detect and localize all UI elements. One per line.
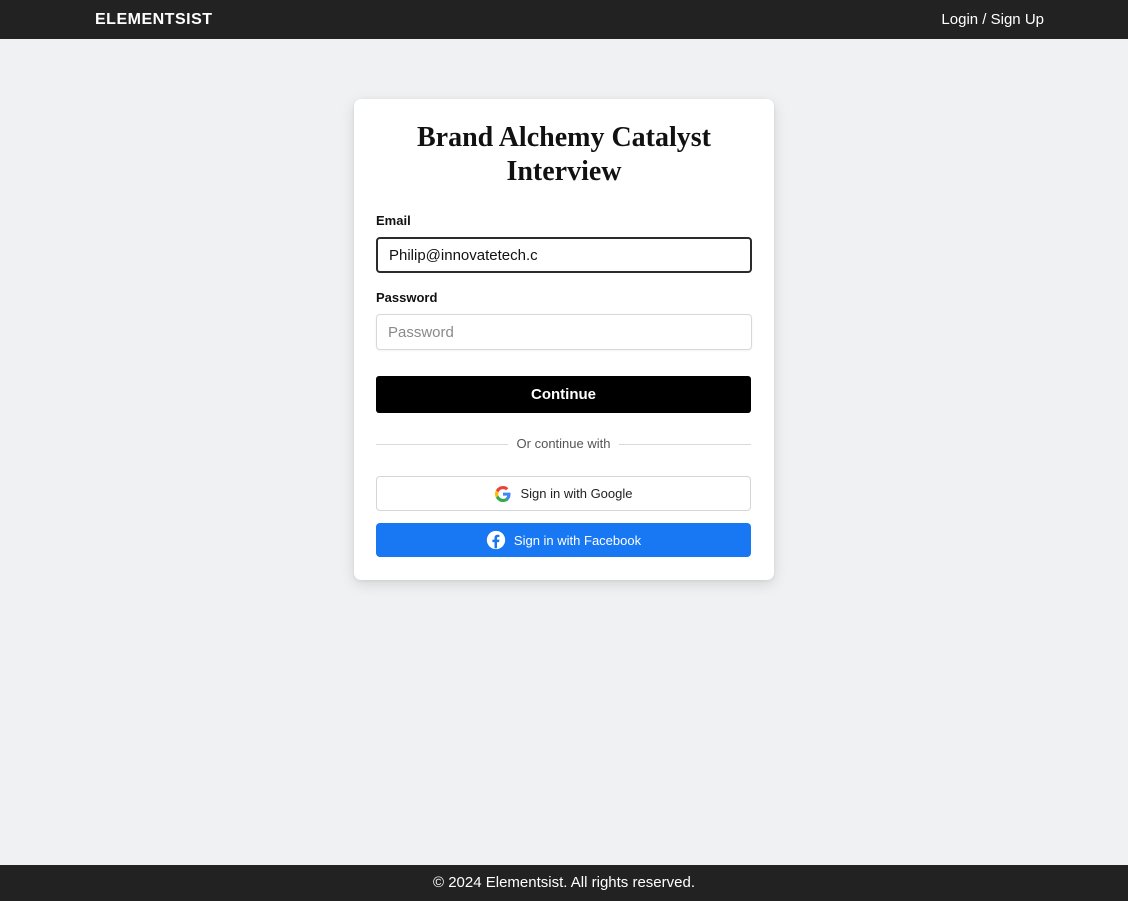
email-label: Email (376, 213, 411, 228)
password-label: Password (376, 290, 438, 305)
facebook-signin-button[interactable]: Sign in with Facebook (376, 523, 751, 557)
login-card: Brand Alchemy Catalyst Interview Email P… (354, 99, 774, 580)
divider-line-right (619, 444, 751, 445)
password-field[interactable] (376, 314, 752, 350)
google-icon (494, 485, 512, 503)
logo[interactable]: ELEMENTSIST (95, 11, 213, 29)
google-signin-label: Sign in with Google (520, 486, 633, 501)
copyright-text: © 2024 Elementsist. All rights reserved. (432, 874, 695, 891)
google-signin-button[interactable]: Sign in with Google (376, 476, 751, 511)
footer: © 2024 Elementsist. All rights reserved. (0, 865, 1128, 901)
continue-button[interactable]: Continue (376, 376, 751, 413)
facebook-icon (486, 530, 506, 550)
divider: Or continue with (376, 436, 751, 452)
top-navbar: ELEMENTSIST Login / Sign Up (0, 0, 1128, 39)
login-signup-link[interactable]: Login / Sign Up (941, 11, 1044, 29)
facebook-signin-label: Sign in with Facebook (513, 532, 642, 548)
main-content: Brand Alchemy Catalyst Interview Email P… (1, 39, 1127, 865)
email-field[interactable] (376, 237, 752, 273)
page-title: Brand Alchemy Catalyst Interview (417, 122, 711, 187)
